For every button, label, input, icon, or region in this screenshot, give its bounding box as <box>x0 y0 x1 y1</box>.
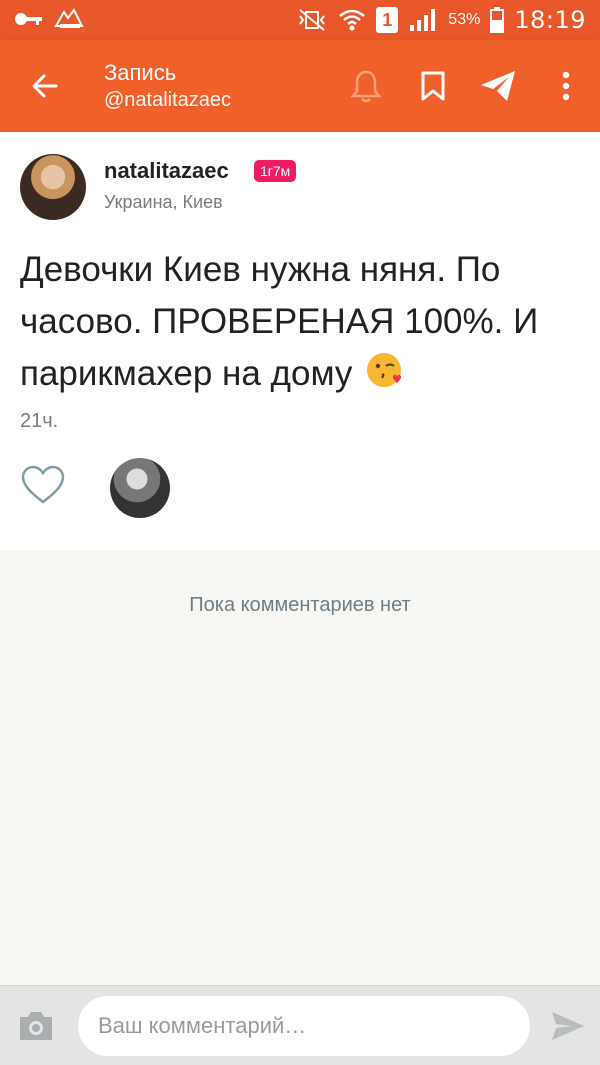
send-comment-icon[interactable] <box>548 1006 588 1046</box>
status-bar: 1 53% 18:19 <box>0 0 600 40</box>
empty-comments-text: Пока комментариев нет <box>189 594 411 616</box>
heart-icon[interactable] <box>20 464 66 506</box>
post-card: natalitazaec 1г7м Украина, Киев Девочки … <box>0 132 600 550</box>
page-subtitle: @natalitazaec <box>104 89 232 111</box>
key-icon <box>14 10 44 28</box>
kissing-face-heart-emoji-icon <box>366 351 404 404</box>
back-arrow-icon[interactable] <box>26 66 66 106</box>
battery-icon <box>490 7 505 33</box>
page-title: Запись <box>104 60 177 85</box>
camera-icon[interactable] <box>16 1008 56 1044</box>
comment-input[interactable] <box>78 996 530 1056</box>
signal-icon <box>408 7 438 33</box>
status-badge: 1г7м <box>254 160 297 182</box>
post-timestamp: 21ч. <box>20 410 59 432</box>
wifi-icon <box>338 8 366 32</box>
comment-composer <box>0 985 600 1065</box>
avatar[interactable] <box>20 154 86 220</box>
clock: 18:19 <box>514 6 586 34</box>
bell-icon[interactable] <box>344 64 388 108</box>
app-bar: Запись @natalitazaec <box>0 40 600 132</box>
battery-percent: 53% <box>448 11 481 28</box>
username[interactable]: natalitazaec <box>104 158 229 184</box>
liker-avatar[interactable] <box>110 458 170 518</box>
post-text: Девочки Киев нужна няня. По часово. ПРОВ… <box>20 250 539 393</box>
more-vertical-icon[interactable] <box>544 64 588 108</box>
vibrate-icon <box>296 8 328 32</box>
sim-indicator: 1 <box>376 7 399 33</box>
sms-icon <box>54 8 84 30</box>
send-icon[interactable] <box>476 64 520 108</box>
post-body: Девочки Киев нужна няня. По часово. ПРОВ… <box>20 244 580 404</box>
bookmark-icon[interactable] <box>411 64 455 108</box>
location: Украина, Киев <box>104 192 223 212</box>
